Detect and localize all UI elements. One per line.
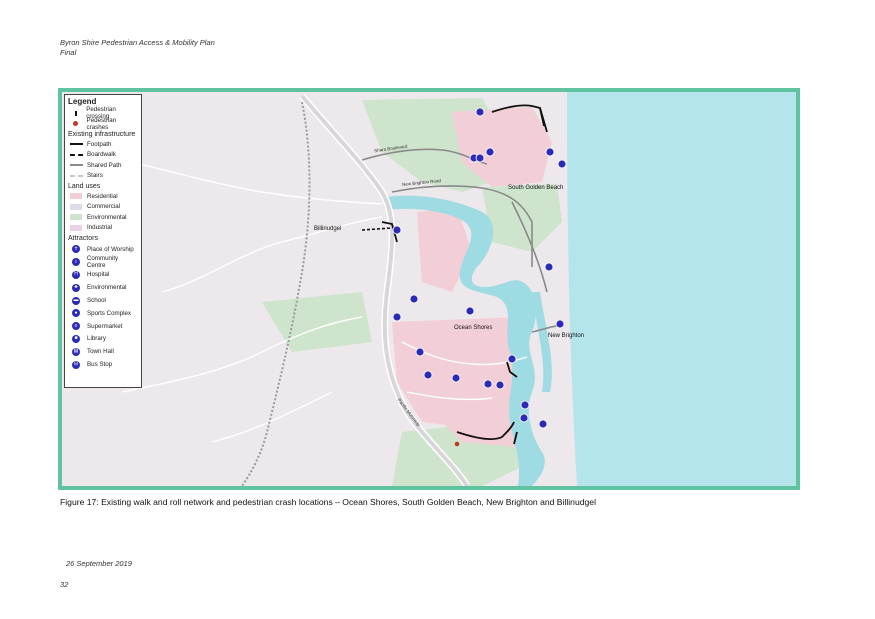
legend-row-place-of-worship: ✝ Place of Worship bbox=[72, 245, 134, 254]
supermarket-icon: ≡ bbox=[72, 322, 80, 331]
legend-row-bus-stop: ⊟ Bus Stop bbox=[72, 360, 113, 369]
legend-row-school: ▬ School bbox=[72, 296, 106, 305]
legend-row-footpath: Footpath bbox=[68, 139, 138, 150]
document-header-title: Byron Shire Pedestrian Access & Mobility… bbox=[60, 38, 215, 47]
legend-attractors-heading: Attractors bbox=[68, 235, 98, 242]
place-label-new-brighton: New Brighton bbox=[548, 333, 585, 339]
place-label-billinudgel: Billinudgel bbox=[314, 226, 342, 232]
environmental-icon: ♣ bbox=[72, 283, 80, 292]
pedestrian-crash-marker bbox=[454, 441, 460, 447]
legend-landuse-heading: Land uses bbox=[68, 183, 101, 190]
pedestrian-crossing-icon bbox=[74, 110, 77, 116]
bus-stop-icon: ⊟ bbox=[72, 360, 80, 369]
legend-row-library: ■ Library bbox=[68, 333, 138, 346]
place-label-south-golden-beach: South Golden Beach bbox=[508, 185, 564, 191]
legend-row-community-centre: i Community Centre bbox=[68, 255, 138, 269]
town-hall-icon: ▤ bbox=[72, 347, 80, 356]
legend-row-environmental-attractor: ♣ Environmental bbox=[68, 281, 138, 294]
legend-row-pedestrian-crashes: Pedestrian crashes bbox=[68, 117, 138, 131]
map-frame: Billinudgel South Golden Beach Ocean Sho… bbox=[58, 88, 800, 490]
figure-caption: Figure 17: Existing walk and roll networ… bbox=[60, 497, 596, 507]
legend-row-sports-complex: ● Sports Complex bbox=[68, 307, 138, 320]
legend-infra-heading: Existing infrastructure bbox=[68, 131, 136, 138]
document-header-status: Final bbox=[60, 48, 77, 57]
legend-row-residential: Residential bbox=[68, 191, 138, 202]
legend-row-stairs: Stairs bbox=[68, 171, 138, 182]
page-number: 32 bbox=[60, 580, 69, 589]
legend-title: Legend bbox=[68, 97, 97, 106]
map-canvas bbox=[62, 92, 796, 486]
legend-row-industrial: Industrial bbox=[68, 223, 138, 234]
community-centre-icon: i bbox=[71, 258, 80, 267]
library-icon: ■ bbox=[72, 334, 80, 343]
legend-row-commercial: Commercial bbox=[68, 202, 138, 213]
map-legend: Legend Pedestrian crossing Pedestrian cr… bbox=[64, 94, 142, 388]
legend-row-hospital: H Hospital bbox=[68, 269, 138, 282]
school-icon: ▬ bbox=[72, 296, 80, 305]
footer-date: 26 September 2019 bbox=[66, 559, 132, 568]
legend-row-shared-path: Shared Path bbox=[68, 160, 138, 171]
legend-row-environmental: Environmental bbox=[68, 212, 138, 223]
place-of-worship-icon: ✝ bbox=[72, 245, 80, 254]
legend-row-supermarket: ≡ Supermarket bbox=[68, 320, 138, 333]
place-label-ocean-shores: Ocean Shores bbox=[454, 325, 493, 331]
ocean bbox=[567, 92, 796, 486]
sports-complex-icon: ● bbox=[72, 309, 80, 318]
legend-row-boardwalk: Boardwalk bbox=[68, 150, 138, 161]
crash-dot-icon bbox=[73, 121, 79, 127]
legend-row-town-hall: ▤ Town Hall bbox=[72, 347, 114, 356]
hospital-icon: H bbox=[72, 270, 80, 279]
